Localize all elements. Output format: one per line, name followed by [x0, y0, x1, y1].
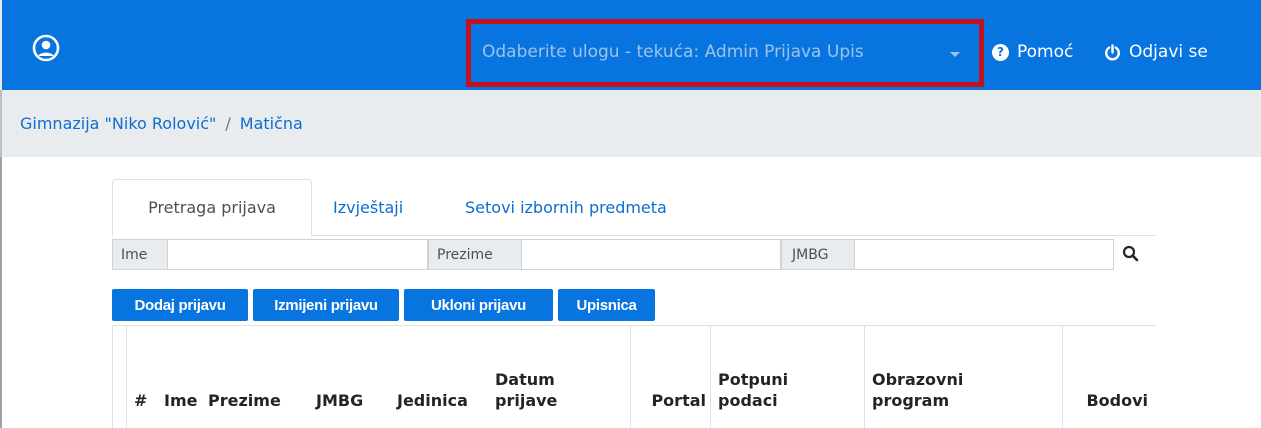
top-navbar: Odaberite ulogu - tekuća: Admin Prijava … [0, 0, 1261, 90]
column-header-line1: Obrazovni [872, 370, 964, 389]
prezime-input[interactable] [522, 239, 781, 270]
help-label: Pomoć [1017, 42, 1074, 62]
table-column-divider [630, 325, 631, 428]
column-header-jmbg[interactable]: JMBG [316, 325, 363, 428]
user-avatar-icon[interactable] [32, 34, 60, 62]
column-header-portal[interactable]: Portal [632, 325, 706, 428]
prezime-label: Prezime [428, 239, 522, 270]
column-header-bodovi[interactable]: Bodovi [1068, 325, 1148, 428]
search-row: Ime Prezime JMBG [112, 237, 1156, 271]
tab-bar-divider [312, 235, 1156, 236]
help-link[interactable]: ? Pomoć [992, 42, 1073, 62]
breadcrumb-left-edge [0, 90, 2, 157]
enrollment-form-button[interactable]: Upisnica [558, 289, 655, 321]
column-header-potpuni-podaci[interactable]: Potpuni podaci [718, 325, 788, 428]
remove-application-button[interactable]: Ukloni prijavu [404, 289, 553, 321]
ime-label: Ime [112, 239, 168, 270]
power-icon [1104, 43, 1121, 61]
column-header-number[interactable]: # [134, 325, 147, 428]
column-header-line2: prijave [495, 391, 558, 410]
role-select-dropdown[interactable]: Odaberite ulogu - tekuća: Admin Prijava … [482, 42, 864, 62]
table-column-divider [864, 325, 865, 428]
page-left-border [0, 157, 2, 428]
breadcrumb: Gimnazija "Niko Rolović" / Matična [0, 90, 1261, 157]
edit-application-button[interactable]: Izmijeni prijavu [253, 289, 399, 321]
column-header-line2: podaci [718, 391, 778, 410]
column-header-line2: Ime [164, 391, 198, 410]
ime-input[interactable] [168, 239, 428, 270]
breadcrumb-current-link[interactable]: Matična [240, 114, 303, 133]
tab-izvjestaji[interactable]: Izvještaji [333, 179, 403, 236]
navbar-left-edge [0, 0, 2, 90]
column-header-line2: Bodovi [1086, 391, 1148, 410]
tab-pretraga-prijava[interactable]: Pretraga prijava [112, 179, 312, 236]
column-header-line2: JMBG [316, 391, 364, 410]
question-circle-icon: ? [992, 43, 1009, 61]
table-column-divider [126, 325, 127, 428]
tab-bar: Pretraga prijava Izvještaji Setovi izbor… [112, 179, 1156, 237]
column-header-line2: program [872, 391, 950, 410]
jmbg-label: JMBG [781, 239, 855, 270]
column-header-line2: # [134, 391, 148, 410]
table-column-divider [710, 325, 711, 428]
table-column-divider [1062, 325, 1063, 428]
chevron-down-icon[interactable] [950, 52, 960, 57]
column-header-ime[interactable]: Ime [164, 325, 197, 428]
breadcrumb-school-link[interactable]: Gimnazija "Niko Rolović" [20, 114, 216, 133]
column-header-obrazovni-program[interactable]: Obrazovni program [872, 325, 963, 428]
column-header-line1: Potpuni [718, 370, 789, 389]
add-application-button[interactable]: Dodaj prijavu [112, 289, 248, 321]
breadcrumb-separator: / [225, 114, 231, 133]
jmbg-input[interactable] [855, 239, 1114, 270]
table-column-divider [112, 325, 113, 428]
column-header-line2: Portal [651, 391, 706, 410]
column-header-jedinica[interactable]: Jedinica [397, 325, 468, 428]
breadcrumb-row: Gimnazija "Niko Rolović" / Matična [20, 114, 303, 133]
column-header-line2: Prezime [208, 391, 281, 410]
search-icon[interactable] [1122, 245, 1139, 262]
logout-link[interactable]: Odjavi se [1104, 42, 1208, 62]
column-header-prezime[interactable]: Prezime [208, 325, 281, 428]
applications-table: # Ime Prezime JMBG Jedinica Datum prijave… [112, 325, 1156, 428]
logout-label: Odjavi se [1129, 42, 1208, 62]
column-header-datum-prijave[interactable]: Datum prijave [495, 325, 557, 428]
column-header-line2: Jedinica [397, 391, 468, 410]
tab-setovi-izbornih-predmeta[interactable]: Setovi izbornih predmeta [465, 179, 667, 236]
column-header-line1: Datum [495, 370, 555, 389]
